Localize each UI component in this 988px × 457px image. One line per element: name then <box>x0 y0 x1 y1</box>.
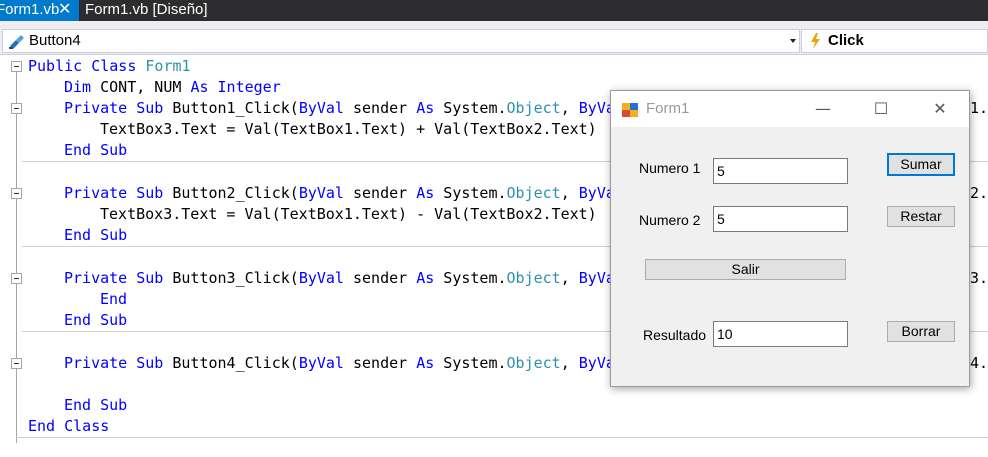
keyword: As <box>416 269 435 287</box>
param: sender <box>343 269 417 287</box>
param: sender <box>343 354 417 372</box>
tab-close-icon[interactable]: ✕ <box>58 0 71 20</box>
object-dropdown[interactable]: Button4 <box>2 29 800 53</box>
tab-form1-vb[interactable]: Form1.vb ✕ <box>0 0 79 21</box>
keyword: As <box>190 78 209 96</box>
resultado-input[interactable]: 10 <box>713 321 848 347</box>
keyword: End Sub <box>64 311 128 329</box>
numero-1-input[interactable]: 5 <box>713 158 848 184</box>
punct: , <box>560 354 579 372</box>
method-name: Button2_Click( <box>172 184 299 202</box>
event-dropdown[interactable]: Click <box>801 29 988 53</box>
keyword: ByVal <box>298 354 344 372</box>
code-body: TextBox3.Text = Val(TextBox1.Text) - Val… <box>100 205 597 223</box>
namespace: System. <box>434 99 507 117</box>
code-overflow-text: 3.C <box>970 269 988 287</box>
class-name: Form1 <box>145 57 191 75</box>
minimize-icon[interactable]: — <box>794 91 852 127</box>
punct: , <box>560 269 579 287</box>
collapse-icon[interactable] <box>11 61 22 72</box>
type-name: Object <box>506 184 561 202</box>
collapse-icon[interactable] <box>11 188 22 199</box>
code-line: End Sub <box>0 395 988 416</box>
collapse-icon[interactable] <box>11 358 22 369</box>
keyword: Private Sub <box>64 99 164 117</box>
type-name: Object <box>506 354 561 372</box>
keyword: ByVal <box>298 184 344 202</box>
keyword: Public Class <box>28 57 137 75</box>
namespace: System. <box>434 354 507 372</box>
punct: , <box>560 99 579 117</box>
code-overflow-text: 1.C <box>970 99 988 117</box>
keyword: End Sub <box>64 226 128 244</box>
keyword: End Class <box>28 417 110 435</box>
keyword: ByVal <box>298 269 344 287</box>
document-tab-bar: Form1.vb ✕ Form1.vb [Diseño] <box>0 0 988 21</box>
form-title-bar[interactable]: Form1 — ☐ ✕ <box>611 91 969 127</box>
event-dropdown-value: Click <box>828 32 864 49</box>
tab-form1-design[interactable]: Form1.vb [Diseño] <box>79 0 208 21</box>
param: sender <box>343 99 417 117</box>
keyword: As <box>416 99 435 117</box>
numero-2-input[interactable]: 5 <box>713 206 848 232</box>
collapse-icon[interactable] <box>11 273 22 284</box>
tab-label: Form1.vb [Diseño] <box>85 1 208 18</box>
sumar-button[interactable]: Sumar <box>887 153 955 176</box>
method-separator <box>16 437 988 438</box>
method-name: Button3_Click( <box>172 269 299 287</box>
namespace: System. <box>434 184 507 202</box>
keyword: ByVal <box>298 99 344 117</box>
punct: , <box>560 184 579 202</box>
form-app-icon <box>622 103 638 117</box>
label-numero-2: Numero 2 <box>639 212 701 228</box>
keyword: As <box>416 354 435 372</box>
chevron-down-icon[interactable] <box>790 39 796 43</box>
keyword: Dim <box>64 78 92 96</box>
tab-label: Form1.vb <box>0 1 60 18</box>
close-icon[interactable]: ✕ <box>911 91 969 127</box>
keyword: End Sub <box>64 141 128 159</box>
form1-window: Form1 — ☐ ✕ Numero 1 5 Sumar Numero 2 5 … <box>610 90 970 387</box>
restar-button[interactable]: Restar <box>887 206 955 227</box>
keyword: Private Sub <box>64 184 164 202</box>
code-line: Public Class Form1 <box>0 56 988 77</box>
param: sender <box>343 184 417 202</box>
namespace: System. <box>434 269 507 287</box>
borrar-button[interactable]: Borrar <box>887 321 955 342</box>
code-navigation-bar: Button4 Click <box>0 21 988 55</box>
collapse-icon[interactable] <box>11 103 22 114</box>
maximize-icon[interactable]: ☐ <box>852 91 910 127</box>
label-resultado: Resultado <box>643 327 707 343</box>
type-name: Integer <box>217 78 281 96</box>
label-numero-1: Numero 1 <box>639 160 701 176</box>
method-name: Button1_Click( <box>172 99 299 117</box>
type-name: Object <box>506 99 561 117</box>
type-name: Object <box>506 269 561 287</box>
code-overflow-text: 2.C <box>970 184 988 202</box>
form-title: Form1 <box>646 100 690 117</box>
keyword: Private Sub <box>64 269 164 287</box>
variables: CONT, NUM <box>100 78 182 96</box>
object-dropdown-value: Button4 <box>29 32 81 49</box>
code-body: TextBox3.Text = Val(TextBox1.Text) + Val… <box>100 120 597 138</box>
method-name: Button4_Click( <box>172 354 299 372</box>
keyword: End Sub <box>64 396 128 414</box>
keyword: As <box>416 184 435 202</box>
keyword: Private Sub <box>64 354 164 372</box>
vb-control-icon <box>9 35 24 49</box>
lightning-icon <box>811 33 820 49</box>
code-line: End Class <box>0 416 988 437</box>
code-overflow-text: 4.C <box>970 354 988 372</box>
salir-button[interactable]: Salir <box>645 259 846 280</box>
keyword: End <box>100 290 128 308</box>
